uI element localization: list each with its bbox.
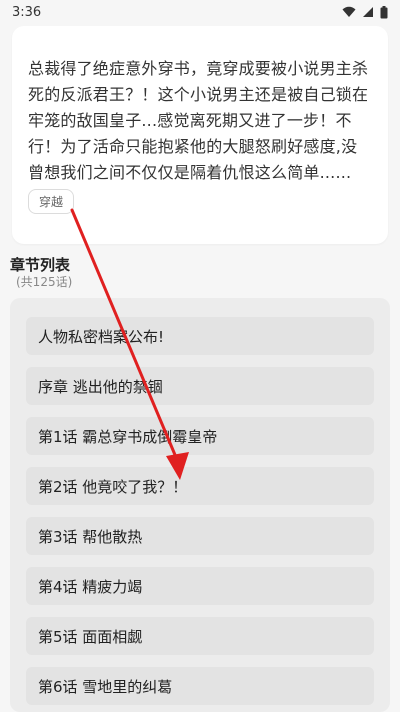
chapter-list: 人物私密档案公布! 序章 逃出他的禁锢 第1话 霸总穿书成倒霉皇帝 第2话 他竟… — [10, 298, 390, 705]
chapter-item[interactable]: 人物私密档案公布! — [26, 317, 374, 355]
wifi-icon — [342, 6, 356, 17]
chapter-list-panel: 人物私密档案公布! 序章 逃出他的禁锢 第1话 霸总穿书成倒霉皇帝 第2话 他竟… — [10, 298, 390, 712]
chapter-item[interactable]: 第1话 霸总穿书成倒霉皇帝 — [26, 417, 374, 455]
status-bar: 3:36 — [0, 0, 400, 24]
book-summary-card: 总裁得了绝症意外穿书，竟穿成要被小说男主杀死的反派君王？！这个小说男主还是被自己… — [12, 26, 388, 244]
battery-icon — [380, 5, 388, 18]
chapter-item[interactable]: 第6话 雪地里的纠葛 — [26, 667, 374, 705]
chapter-item[interactable]: 第2话 他竟咬了我？！ — [26, 467, 374, 505]
chapter-count: (共125话) — [16, 275, 73, 289]
chapter-item[interactable]: 第3话 帮他散热 — [26, 517, 374, 555]
genre-tag[interactable]: 穿越 — [28, 189, 75, 214]
status-time: 3:36 — [12, 4, 42, 20]
chapter-item[interactable]: 第5话 面面相觑 — [26, 617, 374, 655]
book-summary: 总裁得了绝症意外穿书，竟穿成要被小说男主杀死的反派君王？！这个小说男主还是被自己… — [28, 59, 369, 182]
chapter-list-title: 章节列表 — [10, 256, 71, 274]
status-icons — [342, 5, 388, 19]
chapter-item[interactable]: 序章 逃出他的禁锢 — [26, 367, 374, 405]
chapter-item[interactable]: 第4话 精疲力竭 — [26, 567, 374, 605]
signal-icon — [363, 7, 373, 17]
